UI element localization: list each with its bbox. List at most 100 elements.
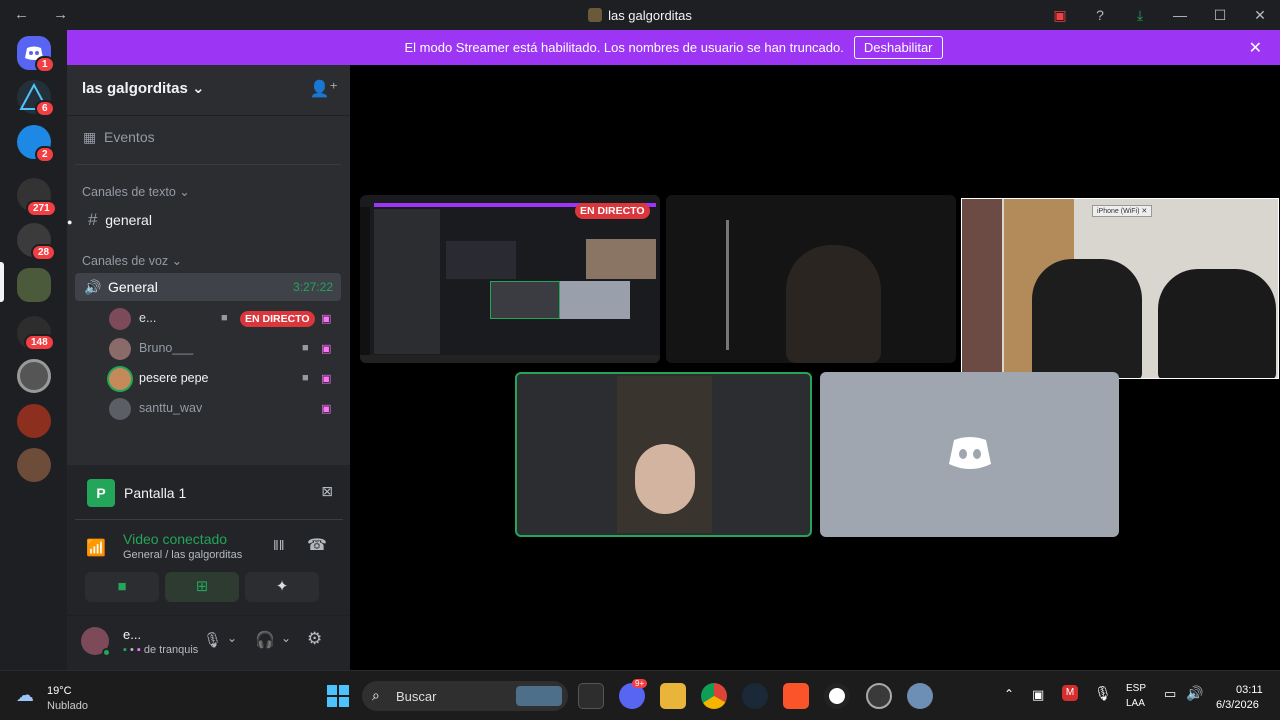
chevron-up-icon[interactable]: ⌃	[1004, 687, 1014, 701]
chevron-down-icon[interactable]: ⌄	[281, 631, 291, 645]
chevron-down-icon[interactable]: ⌄	[227, 631, 237, 645]
online-status-dot	[102, 648, 111, 657]
camera-button[interactable]: ■	[85, 572, 159, 602]
screen-app-icon: P	[87, 479, 115, 507]
activities-button[interactable]: ✦	[245, 572, 319, 602]
webcam-tile-dark[interactable]	[666, 195, 956, 363]
stream-nested-preview	[446, 241, 516, 279]
brave-icon[interactable]	[783, 683, 809, 709]
speaker-icon: 🔊	[84, 279, 102, 295]
search-box[interactable]: ⌕ Buscar	[362, 681, 568, 711]
epic-games-icon[interactable]	[578, 683, 604, 709]
screen-share-button[interactable]: ⊞	[165, 572, 239, 602]
screen-share-status-icon[interactable]: ▣	[1040, 7, 1080, 24]
member-name: pesere pepe	[139, 371, 209, 385]
language-sub: LAA	[1126, 698, 1145, 709]
language[interactable]: ESP	[1126, 683, 1146, 694]
banner-text: El modo Streamer está habilitado. Los no…	[404, 40, 844, 55]
discord-logo-icon	[949, 437, 991, 469]
live-badge: EN DIRECTO	[575, 203, 650, 219]
server-icon-selected[interactable]	[17, 268, 51, 302]
stop-share-icon[interactable]: ⊠	[321, 483, 333, 500]
volume-icon[interactable]: 🔊	[1186, 685, 1203, 702]
avatar	[109, 338, 131, 360]
mic-tray-icon[interactable]: 🎙	[1094, 685, 1112, 702]
help-icon[interactable]: ?	[1080, 7, 1120, 23]
weather-cloud-icon: ☁	[16, 685, 34, 705]
stream-rail-preview	[360, 207, 370, 357]
avatar-placeholder-tile[interactable]	[820, 372, 1119, 537]
screen-share-item[interactable]: P Pantalla 1 ⊠	[75, 477, 343, 507]
chrome-icon[interactable]	[701, 683, 727, 709]
stream-tile[interactable]: EN DIRECTO	[360, 195, 660, 363]
divider	[75, 519, 343, 520]
webcam-person	[786, 245, 881, 363]
streamer-mode-banner: El modo Streamer está habilitado. Los no…	[67, 30, 1280, 65]
tray-m-icon[interactable]: M	[1062, 685, 1078, 701]
clock-date: 6/3/2026	[1216, 699, 1259, 711]
category-text[interactable]: Canales de texto ⌄	[82, 184, 190, 199]
windows-start-icon[interactable]	[326, 684, 350, 708]
voice-member[interactable]: pesere pepe ■ ▣	[109, 366, 341, 392]
server-header[interactable]: las galgorditas ⌄	[82, 79, 205, 97]
settings-gear-icon[interactable]: ⚙	[307, 629, 322, 649]
obs-icon[interactable]	[824, 683, 850, 709]
clock-time[interactable]: 03:11	[1236, 684, 1263, 696]
server-badge: 148	[24, 334, 55, 351]
chevron-down-icon: ⌄	[192, 80, 205, 97]
disconnect-icon[interactable]: ☎	[307, 535, 327, 555]
tray-app-icon[interactable]: ▣	[1032, 687, 1044, 703]
maximize-button[interactable]: ☐	[1200, 7, 1240, 24]
disable-streamer-button[interactable]: Deshabilitar	[853, 36, 943, 59]
camera-person-left	[1032, 259, 1142, 378]
file-explorer-icon[interactable]	[660, 683, 686, 709]
screen-label: Pantalla 1	[124, 485, 187, 501]
connection-sub: General / las galgorditas	[123, 549, 243, 561]
minimize-button[interactable]: —	[1160, 7, 1200, 23]
headset-icon[interactable]: 🎧	[255, 630, 275, 650]
category-label: Canales de texto	[82, 185, 176, 199]
divider	[67, 615, 350, 616]
add-member-icon[interactable]: 👤⁺	[310, 79, 338, 99]
avatar	[109, 368, 131, 390]
speaking-video-tile[interactable]	[515, 372, 812, 537]
voice-channel-general[interactable]: 🔊 General 3:27:22	[75, 273, 341, 301]
voice-member[interactable]: e... ■ EN DIRECTO ▣	[109, 306, 341, 332]
camera-tile[interactable]: iPhone (WiFi) ✕	[961, 198, 1279, 379]
chevron-down-icon: ⌄	[171, 254, 183, 268]
search-highlight-image	[516, 686, 562, 706]
channel-general[interactable]: ● # general	[67, 210, 152, 230]
connection-status[interactable]: Video conectado	[123, 531, 227, 547]
mic-icon[interactable]: 🎙	[203, 631, 222, 649]
camera-source-label: iPhone (WiFi) ✕	[1092, 205, 1153, 217]
category-voice[interactable]: Canales de voz ⌄	[82, 253, 182, 268]
video-stage: EN DIRECTO iPhone (WiFi) ✕	[350, 65, 1280, 670]
user-name[interactable]: e...	[123, 627, 141, 642]
selected-server-pill	[0, 262, 4, 302]
divider	[67, 115, 350, 116]
live-badge: EN DIRECTO	[240, 311, 315, 327]
server-icon-warrior[interactable]	[17, 404, 51, 438]
app-icon[interactable]	[866, 683, 892, 709]
server-icon-gear[interactable]	[17, 359, 51, 393]
voice-member[interactable]: santtu_wav ▣	[109, 396, 341, 422]
steam-icon[interactable]	[742, 683, 768, 709]
hash-icon: #	[88, 210, 98, 229]
camera-icon: ■	[221, 312, 228, 324]
search-icon: ⌕	[372, 687, 380, 703]
member-name: santtu_wav	[139, 401, 203, 415]
activity-icon: ▣	[321, 313, 332, 325]
download-icon[interactable]: ⤓	[1120, 7, 1160, 24]
noise-suppression-icon[interactable]: ‖‖	[273, 537, 285, 553]
close-button[interactable]: ✕	[1240, 7, 1280, 24]
events-item[interactable]: ▦ Eventos	[83, 129, 155, 146]
voice-member[interactable]: Bruno___ ■ ▣	[109, 336, 341, 362]
server-icon-person[interactable]	[17, 448, 51, 482]
network-icon[interactable]: ▭	[1164, 686, 1176, 702]
screen-icon: ▪	[123, 644, 127, 656]
close-icon[interactable]: ✕	[1249, 38, 1262, 58]
category-label: Canales de voz	[82, 254, 169, 268]
weather-temp[interactable]: 19°C	[47, 685, 72, 697]
settings-taskbar-icon[interactable]	[907, 683, 933, 709]
camera-source-text: iPhone (WiFi)	[1097, 208, 1140, 215]
